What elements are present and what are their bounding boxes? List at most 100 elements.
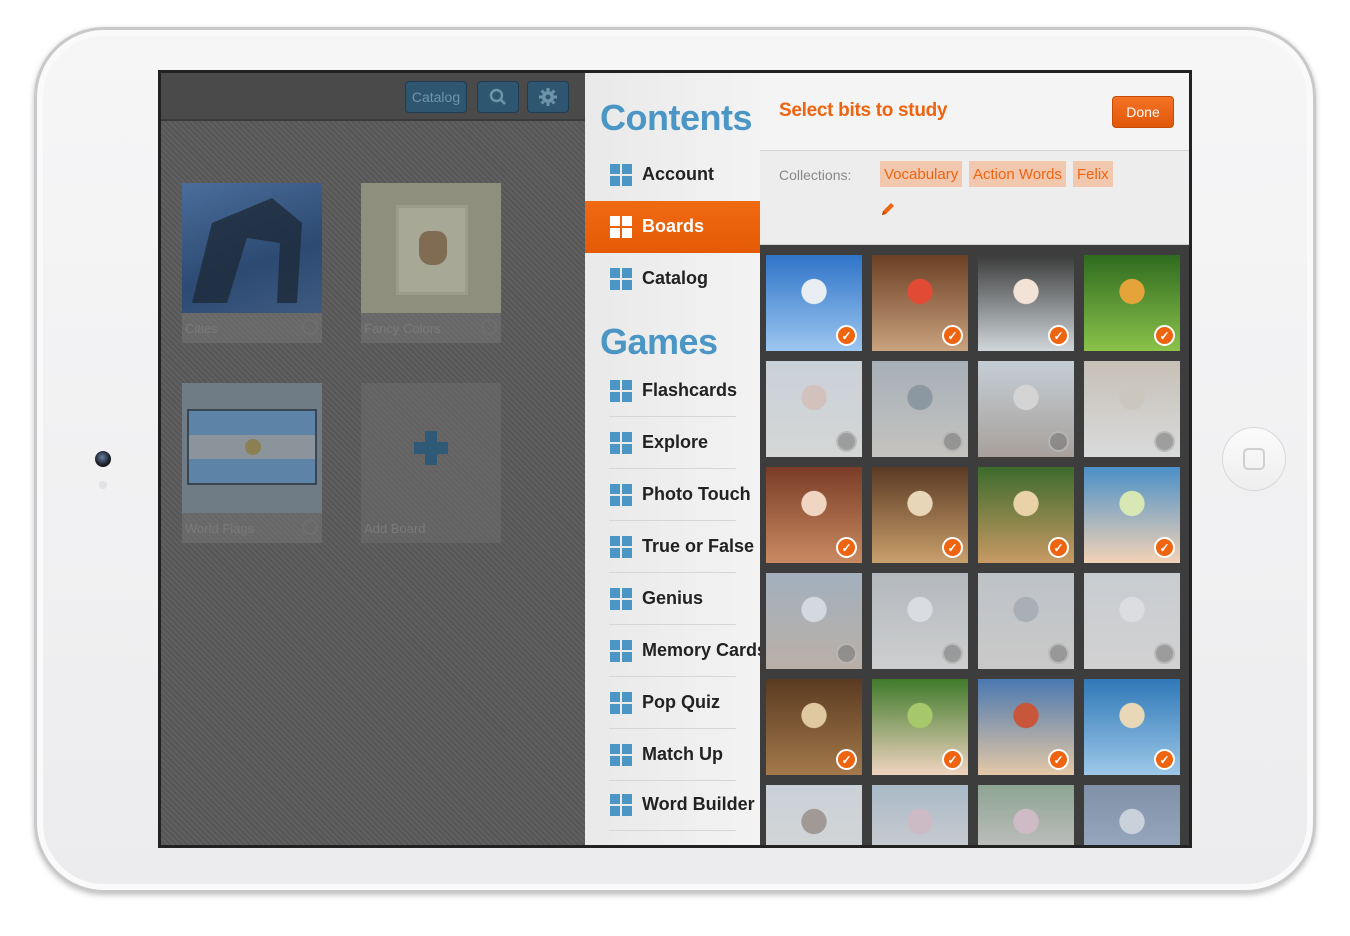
unchecked-radio-icon[interactable] [836,431,857,452]
done-button[interactable]: Done [1112,96,1174,128]
photo-thumbnail[interactable] [978,785,1074,845]
photo-thumbnail[interactable] [978,361,1074,457]
menu-item-label: Pop Quiz [642,692,720,712]
photo-thumbnail[interactable] [766,361,862,457]
photo-thumbnail[interactable]: ✓ [978,679,1074,775]
photo-thumbnail[interactable]: ✓ [978,467,1074,563]
photo-thumbnail[interactable] [1084,573,1180,669]
menu-item-label: Flashcards [642,380,738,400]
collection-chip-vocabulary[interactable]: Vocabulary [880,161,963,187]
photo-thumbnail[interactable] [978,573,1074,669]
catalog-button[interactable]: Catalog [405,81,467,113]
check-icon[interactable]: ✓ [1048,325,1069,346]
board-select-radio[interactable] [302,519,318,535]
board-tile-fancy-colors[interactable]: Fancy Colors [361,183,501,343]
fancy-colors-thumbnail [361,183,501,313]
photo-thumbnail[interactable]: ✓ [872,255,968,351]
grid-icon [610,640,632,662]
menu-item-catalog[interactable]: Catalog [585,253,760,305]
menu-item-photo-touch[interactable]: Photo Touch [585,469,760,521]
divider [609,830,736,831]
check-icon[interactable]: ✓ [942,749,963,770]
board-select-radio[interactable] [481,319,497,335]
grid-icon [610,794,632,816]
collection-chip-action-words[interactable]: Action Words [969,161,1066,187]
grid-icon [610,536,632,558]
photo-thumbnail[interactable] [872,361,968,457]
unchecked-radio-icon[interactable] [1048,643,1069,664]
check-icon[interactable]: ✓ [1048,749,1069,770]
photo-thumbnail[interactable]: ✓ [872,679,968,775]
grid-icon [610,268,632,290]
photo-thumbnail[interactable] [766,573,862,669]
search-button[interactable] [477,81,519,113]
board-label: Fancy Colors [364,321,441,336]
check-icon[interactable]: ✓ [942,537,963,558]
check-icon[interactable]: ✓ [836,749,857,770]
board-label: Cities [185,321,218,336]
menu-item-match-up[interactable]: Match Up [585,729,760,781]
unchecked-radio-icon[interactable] [1154,431,1175,452]
photo-thumbnail[interactable]: ✓ [766,255,862,351]
menu-item-flashcards[interactable]: Flashcards [585,365,760,417]
menu-item-memory-cards[interactable]: Memory Cards [585,625,767,677]
check-icon[interactable]: ✓ [836,325,857,346]
check-icon[interactable]: ✓ [1154,749,1175,770]
select-bits-panel: Select bits to study Done Collections: V… [760,73,1189,845]
panel-title: Select bits to study [779,100,948,121]
plus-icon [414,431,448,465]
menu-item-label: Boards [642,216,705,236]
unchecked-radio-icon[interactable] [1048,431,1069,452]
grid-icon [610,432,632,454]
menu-item-label: Catalog [642,268,709,288]
menu-item-pop-quiz[interactable]: Pop Quiz [585,677,760,729]
menu-item-genius[interactable]: Genius [585,573,760,625]
menu-item-label: Match Up [642,744,723,764]
photo-thumbnail[interactable]: ✓ [766,467,862,563]
done-button-label: Done [1126,104,1160,120]
unchecked-radio-icon[interactable] [1154,643,1175,664]
photo-thumbnail[interactable]: ✓ [1084,467,1180,563]
check-icon[interactable]: ✓ [1048,537,1069,558]
photo-thumbnail[interactable]: ✓ [1084,679,1180,775]
add-board-tile[interactable]: Add Board [361,383,501,543]
photo-thumbnail[interactable] [1084,361,1180,457]
settings-button[interactable] [527,81,569,113]
menu-item-word-builder[interactable]: Word Builder [585,779,760,831]
photo-thumbnail[interactable]: ✓ [872,467,968,563]
collections-bar: Collections: Vocabulary Action Words Fel… [760,151,1189,245]
unchecked-radio-icon[interactable] [942,643,963,664]
photo-thumbnail[interactable] [872,785,968,845]
collection-chip-felix[interactable]: Felix [1073,161,1113,187]
board-tile-world-flags[interactable]: World Flags [182,383,322,543]
check-icon[interactable]: ✓ [1154,325,1175,346]
photo-thumbnail[interactable]: ✓ [978,255,1074,351]
photo-thumbnail[interactable] [766,785,862,845]
home-square-icon [1243,448,1265,470]
grid-icon [610,692,632,714]
menu-item-label: True or False [642,536,755,556]
check-icon[interactable]: ✓ [1154,537,1175,558]
photo-thumbnail[interactable] [1084,785,1180,845]
unchecked-radio-icon[interactable] [836,643,857,664]
check-icon[interactable]: ✓ [836,537,857,558]
board-tile-cities[interactable]: Cities [182,183,322,343]
unchecked-radio-icon[interactable] [942,431,963,452]
pencil-icon[interactable] [880,201,896,217]
catalog-button-label: Catalog [411,89,461,105]
cities-thumbnail [182,183,322,313]
board-select-radio[interactable] [302,319,318,335]
menu-item-label: Memory Cards [642,640,768,660]
photo-image [1084,785,1180,845]
check-icon[interactable]: ✓ [942,325,963,346]
photo-thumbnail[interactable]: ✓ [1084,255,1180,351]
menu-item-true-or-false[interactable]: True or False [585,521,760,573]
board-label: World Flags [185,521,255,536]
menu-item-account[interactable]: Account [585,149,760,201]
photo-thumbnail[interactable]: ✓ [766,679,862,775]
menu-item-boards[interactable]: Boards [585,201,760,253]
menu-item-explore[interactable]: Explore [585,417,760,469]
photo-thumbnail[interactable] [872,573,968,669]
menu-item-label: Explore [642,432,709,452]
camera-icon [95,451,111,467]
